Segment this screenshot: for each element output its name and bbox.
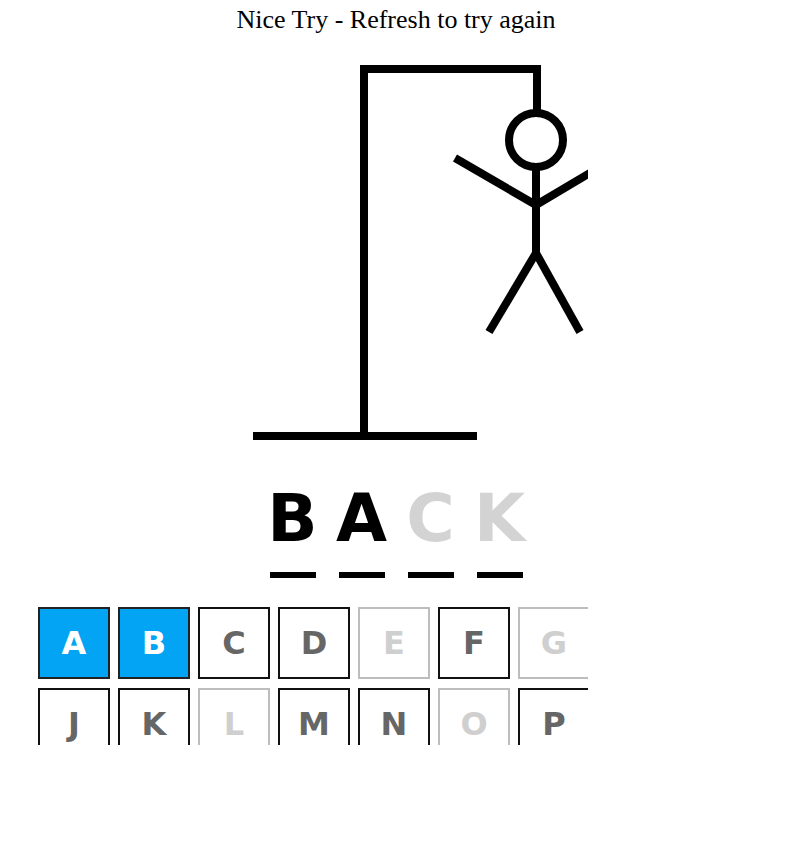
word: BACK — [8, 445, 588, 578]
letter-key[interactable]: M — [278, 688, 350, 745]
left-arm — [455, 158, 536, 205]
word-letter: B — [270, 479, 316, 578]
gallows-pole — [360, 65, 368, 436]
letter-key[interactable]: F — [438, 607, 510, 679]
letter-underline — [270, 572, 316, 578]
gallows-drawing — [8, 40, 588, 445]
letter-key[interactable]: C — [198, 607, 270, 679]
hangman-page: Nice Try - Refresh to try againBACKABCDE… — [0, 0, 804, 860]
status-title: Nice Try - Refresh to try again — [0, 0, 804, 40]
letter-underline — [408, 572, 454, 578]
letter-key[interactable]: L — [198, 688, 270, 745]
right-arm — [536, 167, 588, 205]
body — [532, 167, 540, 255]
letter-text: K — [474, 479, 525, 559]
letter-key[interactable]: D — [278, 607, 350, 679]
letter-key[interactable]: K — [118, 688, 190, 745]
letter-key[interactable]: A — [38, 607, 110, 679]
letter-text: C — [406, 479, 454, 559]
game-content: BACKABCDEFGJKLMNOP — [8, 40, 588, 745]
keyboard: ABCDEFG JKLMNOP — [38, 607, 588, 745]
word-letter: K — [477, 479, 523, 578]
word-letter: C — [408, 479, 454, 578]
left-leg — [489, 253, 536, 332]
word-letter: A — [339, 479, 385, 578]
gallows-rope — [533, 65, 541, 113]
letter-underline — [339, 572, 385, 578]
letter-key[interactable]: J — [38, 688, 110, 745]
head — [509, 113, 563, 167]
letter-underline — [477, 572, 523, 578]
letter-key[interactable]: E — [358, 607, 430, 679]
right-leg — [536, 253, 580, 332]
letter-key[interactable]: G — [518, 607, 588, 679]
letter-key[interactable]: P — [518, 688, 588, 745]
letter-key[interactable]: B — [118, 607, 190, 679]
letter-key[interactable]: N — [358, 688, 430, 745]
letter-text: A — [336, 479, 387, 559]
letter-key[interactable]: O — [438, 688, 510, 745]
gallows-beam — [360, 65, 541, 73]
game-stage: BACKABCDEFGJKLMNOP — [8, 40, 588, 745]
letter-text: B — [267, 479, 317, 559]
